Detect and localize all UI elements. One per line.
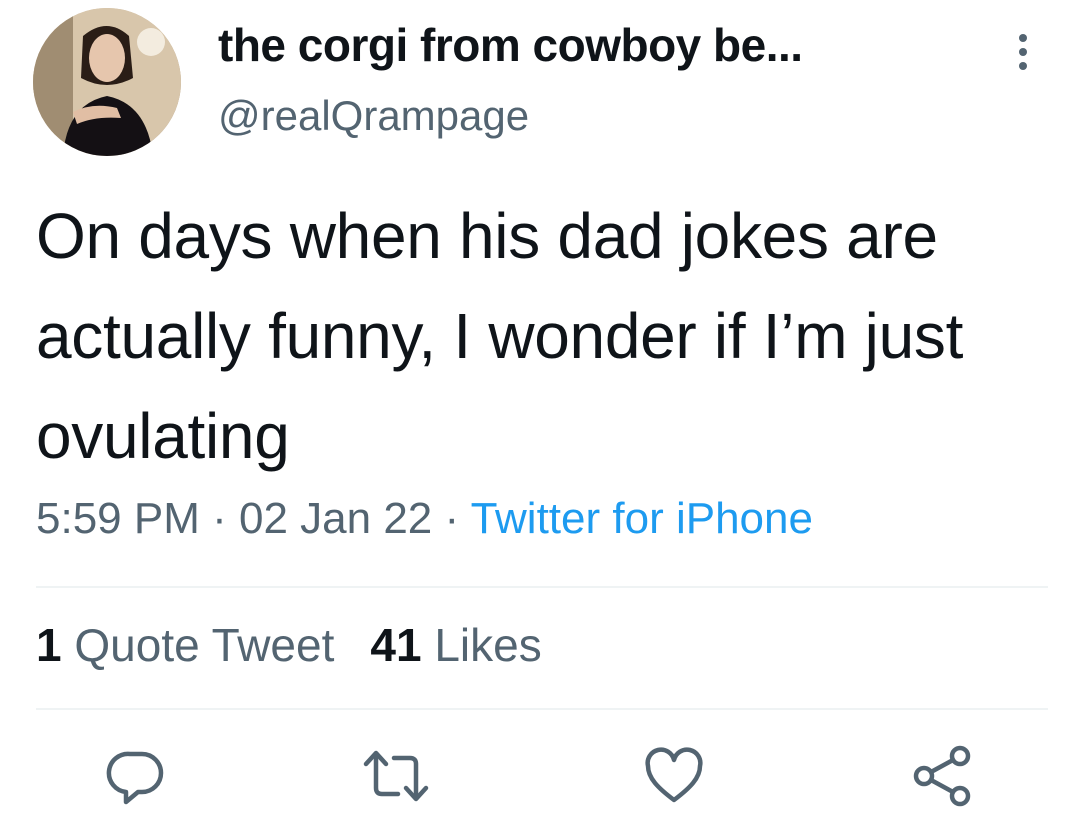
quote-label: Quote Tweet: [74, 619, 335, 671]
divider: [36, 708, 1048, 710]
tweet-stats: 1 Quote Tweet 41 Likes: [36, 618, 542, 672]
retweet-icon[interactable]: [360, 740, 432, 812]
quote-count: 1: [36, 619, 62, 671]
reply-icon[interactable]: [100, 740, 172, 812]
tweet-text: On days when his dad jokes are actually …: [36, 200, 964, 472]
avatar-photo: [33, 8, 181, 156]
tweet-time[interactable]: 5:59 PM: [36, 494, 200, 543]
heart-icon[interactable]: [638, 740, 710, 812]
tweet-meta: 5:59 PM · 02 Jan 22 · Twitter for iPhone: [36, 494, 813, 544]
meta-separator: ·: [432, 494, 471, 543]
action-bar: [0, 740, 1080, 820]
likes-label: Likes: [434, 619, 542, 671]
more-vertical-icon[interactable]: [1008, 30, 1038, 74]
author-display-name[interactable]: the corgi from cowboy be...: [218, 18, 803, 72]
share-icon[interactable]: [906, 740, 978, 812]
author-handle[interactable]: @realQrampage: [218, 92, 529, 140]
divider: [36, 586, 1048, 588]
tweet-date[interactable]: 02 Jan 22: [239, 494, 432, 543]
avatar[interactable]: [33, 8, 181, 156]
meta-separator: ·: [199, 494, 239, 543]
tweet-source-link[interactable]: Twitter for iPhone: [471, 494, 813, 543]
like-count: 41: [370, 619, 422, 671]
likes-stat[interactable]: 41 Likes: [370, 618, 541, 672]
quote-tweets-stat[interactable]: 1 Quote Tweet: [36, 618, 334, 672]
